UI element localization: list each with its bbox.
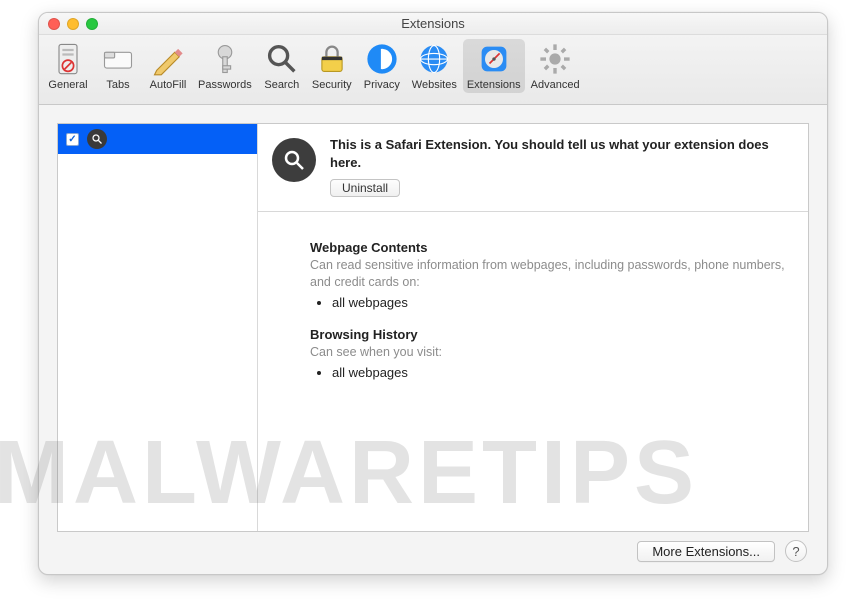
privacy-icon [364, 41, 400, 77]
preferences-toolbar: General Tabs AutoFill Passwords [39, 35, 827, 105]
magnifier-icon [87, 129, 107, 149]
window-title: Extensions [401, 16, 465, 31]
perm-item: all webpages [332, 294, 790, 311]
tab-privacy-label: Privacy [364, 79, 400, 91]
tabs-icon [100, 41, 136, 77]
tab-autofill[interactable]: AutoFill [144, 39, 192, 93]
footer: More Extensions... ? [57, 532, 809, 562]
tab-websites-label: Websites [412, 79, 457, 91]
extension-detail: This is a Safari Extension. You should t… [258, 124, 808, 531]
autofill-icon [150, 41, 186, 77]
security-icon [314, 41, 350, 77]
tab-advanced-label: Advanced [531, 79, 580, 91]
tab-extensions-label: Extensions [467, 79, 521, 91]
extension-description: This is a Safari Extension. You should t… [330, 136, 794, 171]
extension-list-item[interactable]: ✓ [58, 124, 257, 154]
split-view: ✓ This is a Safari Extension. You should… [57, 123, 809, 532]
preferences-window: Extensions General Tabs AutoFill [38, 12, 828, 575]
tab-tabs[interactable]: Tabs [94, 39, 142, 93]
perm-title-browsing-history: Browsing History [310, 327, 790, 342]
zoom-icon[interactable] [86, 18, 98, 30]
tab-privacy[interactable]: Privacy [358, 39, 406, 93]
perm-list-webpage-contents: all webpages [310, 294, 790, 311]
advanced-icon [537, 41, 573, 77]
general-icon [50, 41, 86, 77]
tab-autofill-label: AutoFill [150, 79, 187, 91]
tab-advanced[interactable]: Advanced [527, 39, 584, 93]
tab-search[interactable]: Search [258, 39, 306, 93]
more-extensions-button[interactable]: More Extensions... [637, 541, 775, 562]
perm-title-webpage-contents: Webpage Contents [310, 240, 790, 255]
minimize-icon[interactable] [67, 18, 79, 30]
tab-search-label: Search [264, 79, 299, 91]
websites-icon [416, 41, 452, 77]
permissions-area: Webpage Contents Can read sensitive info… [258, 212, 808, 407]
tab-general[interactable]: General [44, 39, 92, 93]
window-controls [48, 18, 98, 30]
tab-tabs-label: Tabs [106, 79, 129, 91]
perm-desc-webpage-contents: Can read sensitive information from webp… [310, 257, 790, 291]
passwords-icon [207, 41, 243, 77]
perm-list-browsing-history: all webpages [310, 364, 790, 381]
tab-passwords[interactable]: Passwords [194, 39, 256, 93]
titlebar: Extensions [39, 13, 827, 35]
detail-header: This is a Safari Extension. You should t… [258, 124, 808, 212]
perm-desc-browsing-history: Can see when you visit: [310, 344, 790, 361]
extensions-sidebar: ✓ [58, 124, 258, 531]
tab-websites[interactable]: Websites [408, 39, 461, 93]
uninstall-button[interactable]: Uninstall [330, 179, 400, 197]
tab-security[interactable]: Security [308, 39, 356, 93]
perm-item: all webpages [332, 364, 790, 381]
extensions-icon [476, 41, 512, 77]
tab-passwords-label: Passwords [198, 79, 252, 91]
close-icon[interactable] [48, 18, 60, 30]
search-icon [264, 41, 300, 77]
extension-enable-checkbox[interactable]: ✓ [66, 133, 79, 146]
content-area: ✓ This is a Safari Extension. You should… [39, 105, 827, 574]
help-button[interactable]: ? [785, 540, 807, 562]
magnifier-large-icon [272, 138, 316, 182]
tab-extensions[interactable]: Extensions [463, 39, 525, 93]
tab-general-label: General [48, 79, 87, 91]
tab-security-label: Security [312, 79, 352, 91]
